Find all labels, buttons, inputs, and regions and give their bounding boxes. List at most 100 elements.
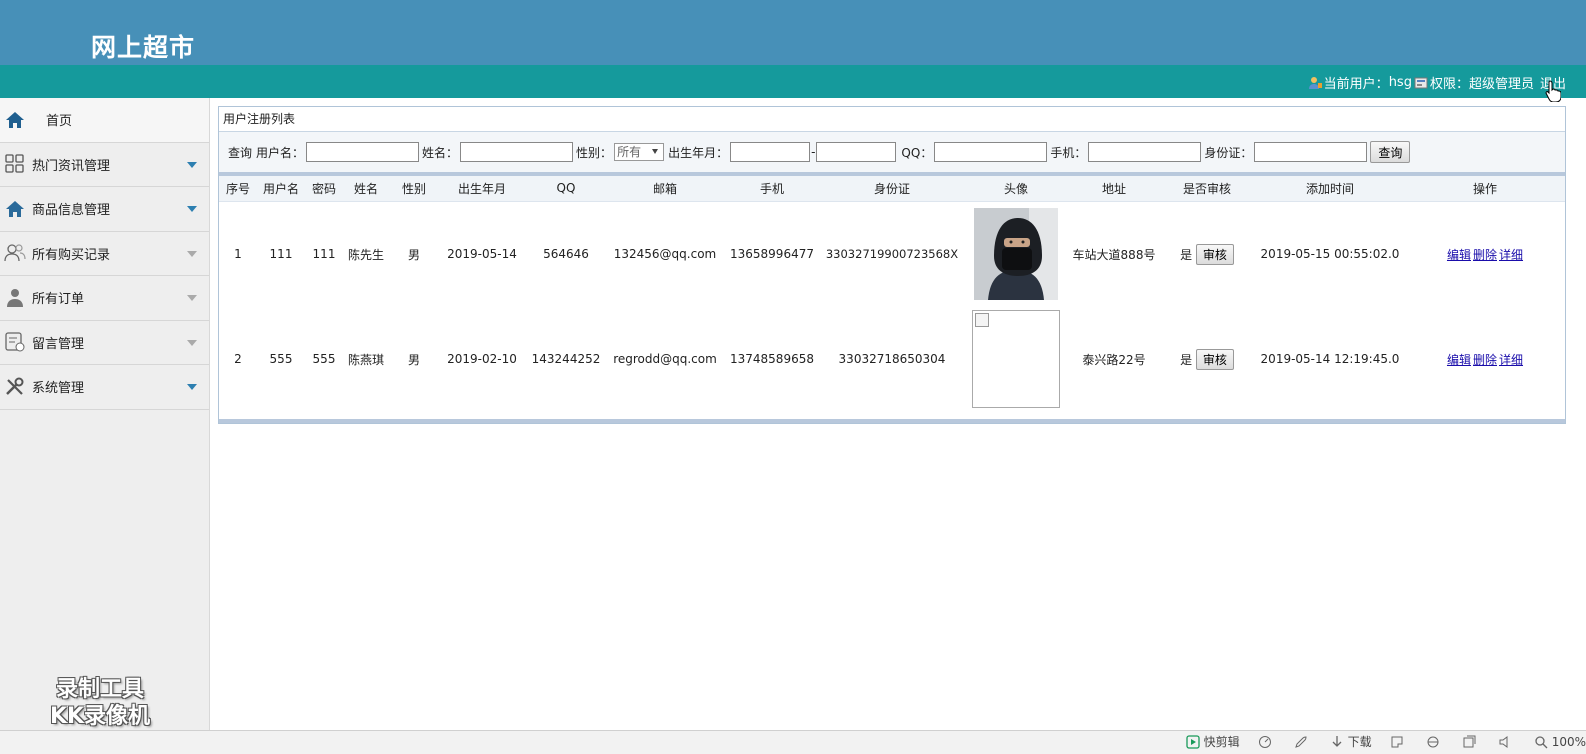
chevron-down-icon — [187, 250, 197, 257]
name-input[interactable] — [460, 142, 574, 162]
sidebar-item-products[interactable]: 商品信息管理 — [0, 187, 209, 232]
cell-address: 车站大道888号 — [1072, 247, 1156, 262]
print-button[interactable] — [1390, 735, 1408, 749]
column-header: 姓名 — [343, 176, 389, 202]
cell-actions: 编辑 删除 详细 — [1405, 201, 1565, 307]
download-label: 下载 — [1347, 735, 1372, 749]
sidebar-item-label: 系统管理 — [32, 381, 85, 397]
download-icon — [1332, 735, 1342, 747]
quick-edit-button[interactable]: 快剪辑 — [1186, 733, 1240, 750]
gender-select[interactable]: 所有 — [614, 143, 665, 161]
table-row: 2 555 555 陈燕琪 男 2019-02-10 143244252 reg… — [219, 307, 1565, 411]
birth-start-input[interactable] — [730, 142, 811, 162]
cell-index: 1 — [234, 247, 242, 262]
chevron-down-icon — [187, 206, 197, 212]
column-header: 手机 — [723, 176, 821, 202]
print-icon — [1391, 736, 1403, 747]
delete-link[interactable]: 删除 — [1473, 248, 1497, 262]
column-header: 地址 — [1069, 176, 1159, 202]
ie-button[interactable] — [1426, 735, 1444, 749]
cell-index: 2 — [234, 352, 242, 366]
rocket-button[interactable] — [1294, 735, 1312, 749]
window-button[interactable] — [1462, 735, 1480, 749]
permission-icon — [1414, 77, 1428, 88]
ie-icon — [1427, 736, 1439, 747]
delete-link[interactable]: 删除 — [1473, 353, 1497, 367]
speed-button[interactable] — [1258, 735, 1276, 749]
role-value: 超级管理员 — [1468, 77, 1534, 92]
cell-password: 555 — [312, 352, 336, 366]
column-header: 操作 — [1405, 176, 1565, 202]
edit-link[interactable]: 编辑 — [1447, 248, 1471, 262]
idcard-label: 身份证： — [1204, 145, 1253, 160]
cell-idcard: 33032719900723568X — [825, 247, 959, 262]
user-list-panel: 用户注册列表 查询 用户名： 姓名： 性别： 所有 出生年月： - QQ： 手机… — [218, 106, 1566, 424]
user-bar: 当前用户： hsg 权限： 超级管理员 退出 — [0, 65, 1586, 98]
audit-status: 是 — [1180, 247, 1193, 262]
zoom-level: 100% — [1551, 734, 1586, 749]
birth-label: 出生年月： — [668, 145, 729, 160]
rocket-icon — [1294, 735, 1307, 748]
grid-icon — [5, 154, 24, 173]
gender-label: 性别： — [576, 145, 613, 160]
user-icon — [7, 288, 23, 307]
user-table: 序号 用户名 密码 姓名 性别 出生年月 QQ 邮箱 手机 身份证 头像 地址 … — [219, 176, 1565, 411]
phone-label: 手机： — [1050, 145, 1087, 160]
play-icon — [1186, 734, 1200, 749]
zoom-button[interactable]: 100% — [1534, 735, 1586, 749]
audit-button[interactable]: 审核 — [1195, 348, 1234, 370]
panel-bottom-border — [219, 419, 1565, 423]
house-icon — [6, 200, 24, 217]
username-input[interactable] — [306, 142, 420, 162]
sidebar-item-hot-news[interactable]: 热门资讯管理 — [0, 143, 209, 187]
name-label: 姓名： — [422, 145, 459, 160]
cell-password: 111 — [312, 247, 336, 262]
cell-birth: 2019-02-10 — [447, 352, 517, 366]
sidebar-item-home[interactable]: 首页 — [0, 98, 209, 143]
sidebar-item-system[interactable]: 系统管理 — [0, 365, 209, 410]
table-row: 1 111 111 陈先生 男 2019-05-14 564646 132456… — [219, 201, 1565, 307]
search-button[interactable]: 查询 — [1370, 141, 1411, 163]
cell-gender: 男 — [407, 247, 420, 262]
cell-idcard: 33032718650304 — [838, 352, 946, 366]
download-button[interactable]: 下载 — [1330, 733, 1372, 750]
cell-gender: 男 — [407, 352, 420, 367]
column-header: 是否审核 — [1159, 176, 1255, 202]
cell-phone: 13658996477 — [730, 247, 814, 262]
sidebar-item-orders[interactable]: 所有订单 — [0, 276, 209, 321]
column-header: QQ — [525, 176, 607, 202]
cell-name: 陈先生 — [347, 247, 384, 262]
sidebar-item-label: 商品信息管理 — [32, 203, 111, 219]
window-icon — [1463, 735, 1476, 747]
audit-button[interactable]: 审核 — [1195, 243, 1234, 265]
qq-input[interactable] — [934, 142, 1048, 162]
recorder-watermark: 录制工具 KK录像机 — [30, 676, 170, 730]
cell-email: regrodd@qq.com — [613, 352, 717, 366]
sidebar-item-label: 首页 — [46, 114, 73, 130]
watermark-line-2: KK录像机 — [49, 704, 151, 729]
message-icon — [5, 332, 25, 352]
audit-status: 是 — [1180, 352, 1193, 367]
role-label: 权限： — [1429, 77, 1469, 92]
column-header: 密码 — [305, 176, 343, 202]
username-label: 用户名： — [256, 145, 305, 160]
column-header: 用户名 — [257, 176, 305, 202]
column-header: 头像 — [963, 176, 1069, 202]
cell-name: 陈燕琪 — [347, 352, 384, 367]
search-form: 查询 用户名： 姓名： 性别： 所有 出生年月： - QQ： 手机： 身份证： … — [219, 132, 1565, 176]
edit-link[interactable]: 编辑 — [1447, 353, 1471, 367]
user-badge-icon — [1308, 76, 1322, 89]
phone-input[interactable] — [1088, 142, 1202, 162]
sidebar-item-messages[interactable]: 留言管理 — [0, 321, 209, 365]
chevron-down-icon — [187, 384, 197, 390]
idcard-input[interactable] — [1254, 142, 1368, 162]
detail-link[interactable]: 详细 — [1499, 353, 1523, 367]
users-icon — [4, 244, 26, 262]
detail-link[interactable]: 详细 — [1499, 248, 1523, 262]
birth-end-input[interactable] — [816, 142, 897, 162]
chevron-down-icon — [187, 339, 197, 346]
cell-birth: 2019-05-14 — [447, 247, 517, 262]
column-header: 性别 — [389, 176, 439, 202]
sidebar-item-purchase-records[interactable]: 所有购买记录 — [0, 232, 209, 276]
volume-button[interactable] — [1498, 735, 1516, 749]
